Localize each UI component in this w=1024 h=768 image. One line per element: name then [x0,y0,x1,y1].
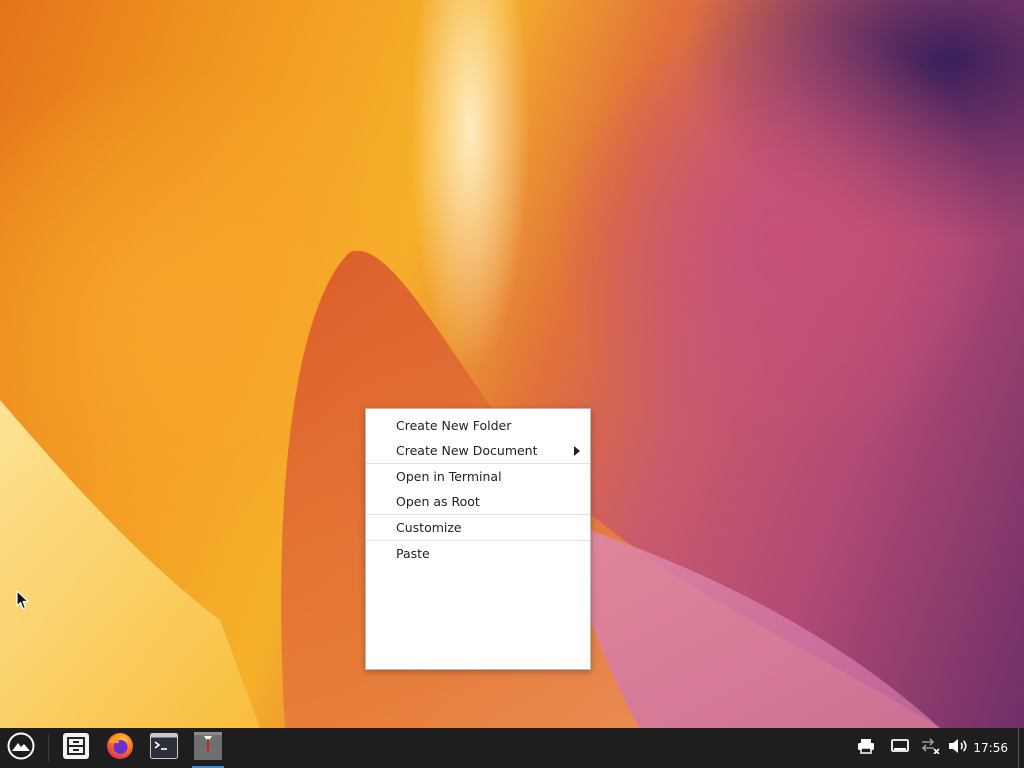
menu-item-label: Paste [396,546,430,561]
file-manager-icon [62,732,90,764]
taskbar-separator [48,734,49,762]
mouse-pointer-icon [16,590,30,610]
tray-printer[interactable] [854,728,878,768]
menu-item-label: Customize [396,520,462,535]
menu-item-label: Open in Terminal [396,469,502,484]
taskbar-clock[interactable]: 17:56 [973,728,1008,768]
zorin-logo-icon [7,732,35,764]
tray-display[interactable] [888,728,912,768]
firefox-icon [105,731,135,765]
network-disconnected-icon [920,738,940,758]
taskbar-file-manager[interactable] [58,728,94,768]
show-desktop-button[interactable] [1018,728,1024,768]
terminal-icon [150,733,178,763]
menu-item-customize[interactable]: Customize [366,515,590,540]
menu-item-create-new-document[interactable]: Create New Document [366,438,590,463]
submenu-arrow-icon [574,446,580,456]
taskbar-active-app[interactable] [188,728,228,768]
volume-icon [948,738,968,758]
printer-icon [857,738,875,758]
display-icon [891,738,909,758]
app-window-icon [194,732,222,764]
menu-item-label: Create New Folder [396,418,512,433]
taskbar-firefox[interactable] [102,728,138,768]
menu-item-label: Create New Document [396,443,538,458]
menu-item-open-as-root[interactable]: Open as Root [366,489,590,514]
menu-item-create-new-folder[interactable]: Create New Folder [366,413,590,438]
menu-item-paste[interactable]: Paste [366,541,590,566]
taskbar: 17:56 [0,728,1024,768]
tray-network[interactable] [918,728,942,768]
tray-volume[interactable] [946,728,970,768]
desktop-context-menu: Create New Folder Create New Document Op… [365,408,591,670]
desktop[interactable]: Create New Folder Create New Document Op… [0,0,1024,768]
start-menu-button[interactable] [4,728,38,768]
menu-item-label: Open as Root [396,494,480,509]
menu-item-open-in-terminal[interactable]: Open in Terminal [366,464,590,489]
taskbar-terminal[interactable] [146,728,182,768]
